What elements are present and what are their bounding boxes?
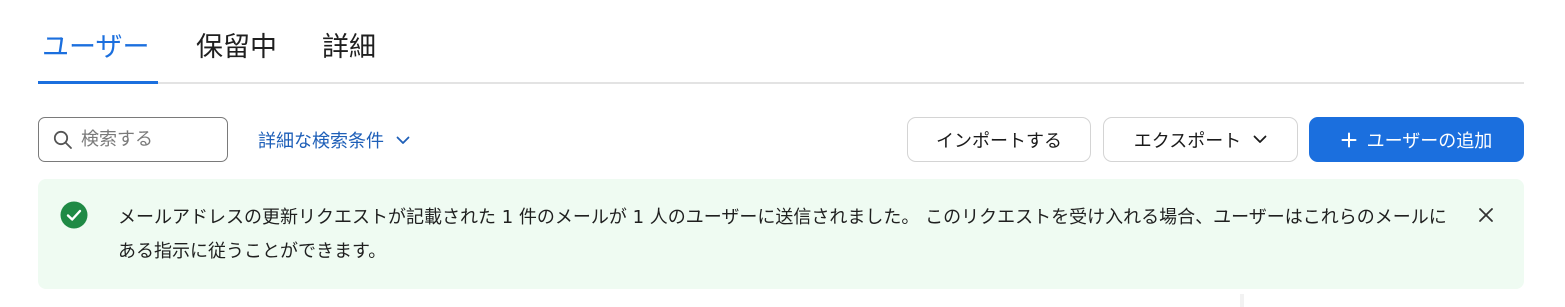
search-icon [53,130,72,149]
chevron-down-icon [1253,135,1267,143]
search-box[interactable] [38,117,228,162]
tab-bar: ユーザー 保留中 詳細 [38,0,1524,84]
divider [1240,294,1244,307]
import-button-label: インポートする [936,130,1062,152]
tab-users[interactable]: ユーザー [42,30,149,84]
banner-message: メールアドレスの更新リクエストが記載された 1 件のメールが 1 人のユーザーに… [118,207,1447,262]
success-banner: メールアドレスの更新リクエストが記載された 1 件のメールが 1 人のユーザーに… [38,179,1524,289]
active-tab-indicator [38,81,158,84]
export-button-label: エクスポート [1133,130,1242,152]
tab-pending[interactable]: 保留中 [196,30,277,84]
tab-details[interactable]: 詳細 [322,30,376,84]
check-circle-icon [60,201,88,229]
user-management-page: ユーザー 保留中 詳細 詳細な検索条件 インポートする エクスポート [0,0,1565,307]
add-user-button[interactable]: ユーザーの追加 [1309,117,1524,162]
chevron-down-icon [396,136,410,144]
tab-users-label: ユーザー [42,32,150,63]
add-user-button-label: ユーザーの追加 [1366,130,1493,152]
search-input[interactable] [81,129,211,150]
advanced-filter-toggle[interactable]: 詳細な検索条件 [258,126,410,154]
advanced-filter-label: 詳細な検索条件 [258,131,384,152]
close-icon[interactable] [1478,207,1494,223]
tab-pending-label: 保留中 [196,32,277,63]
import-button[interactable]: インポートする [907,117,1091,162]
tab-details-label: 詳細 [322,32,376,63]
plus-icon [1341,132,1357,147]
export-button[interactable]: エクスポート [1103,117,1298,162]
